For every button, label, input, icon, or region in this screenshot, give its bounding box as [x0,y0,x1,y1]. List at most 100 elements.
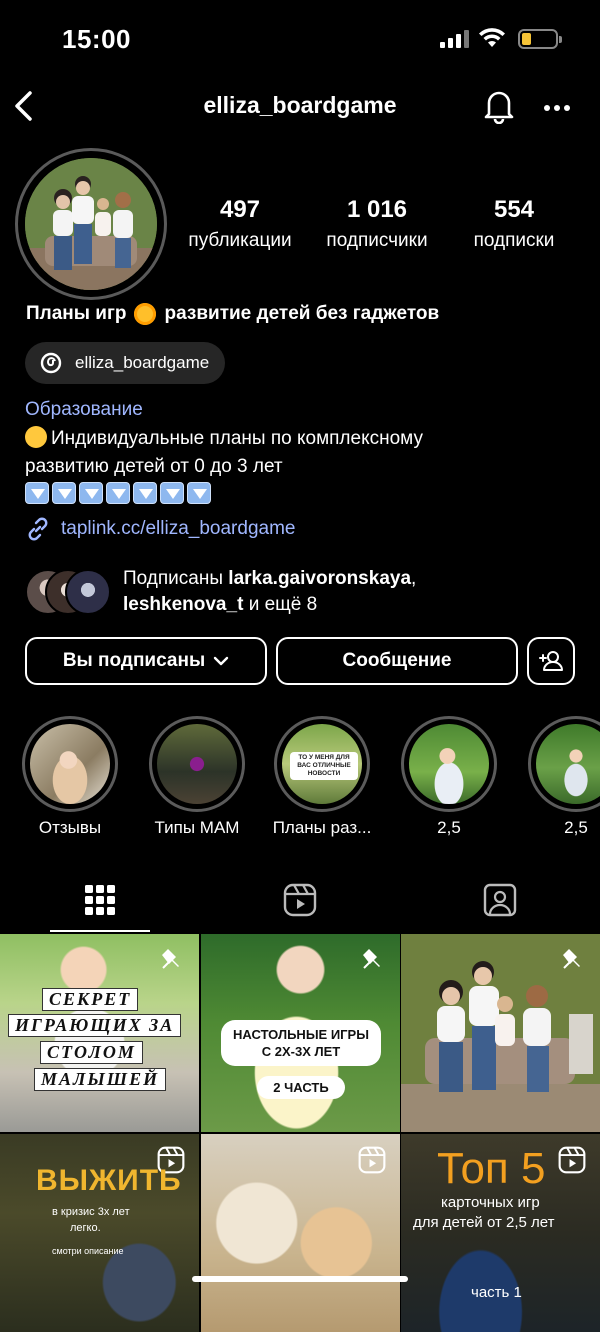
profile-avatar[interactable] [15,148,167,300]
post-caption: для детей от 2,5 лет [413,1214,555,1231]
bio-link-text: taplink.cc/elliza_boardgame [61,518,296,539]
more-options-icon[interactable] [543,100,571,118]
stat-followers[interactable]: 1 016 подписчики [312,196,442,252]
mutual-follower-2[interactable]: leshkenova_t [123,594,243,615]
down-arrow-icon [52,482,76,504]
profile-display-name: Планы игр развитие детей без гаджетов [26,303,439,325]
post-tile[interactable] [401,934,600,1132]
highlight-label: 2,5 [437,818,461,837]
followers-suffix: и ещё 8 [248,594,318,615]
active-tab-indicator [50,930,150,932]
post-caption: карточных игр [441,1194,540,1211]
cellular-signal-icon [440,30,469,48]
stat-posts-label: публикации [188,230,292,251]
following-button[interactable]: Вы подписаны [25,637,267,685]
highlight-label: Планы раз... [272,818,372,837]
highlight-2-5-b[interactable]: 2,5 [526,716,600,838]
highlight-label: 2,5 [564,818,588,837]
highlight-cover-text: ВАС ОТЛИЧНЫЕ [297,762,351,769]
post-caption: МАЛЫШЕЙ [34,1068,167,1091]
post-caption: С 2Х-3Х ЛЕТ [261,1044,341,1059]
stat-posts-count: 497 [219,196,261,223]
highlight-cover [30,724,110,804]
stat-following[interactable]: 554 подписки [458,196,570,252]
tab-tagged[interactable] [400,868,600,932]
post-caption: смотри описание [52,1246,124,1256]
follower-avatar [65,569,111,615]
pinned-icon [363,949,380,969]
post-tile[interactable]: ВЫЖИТЬ в кризис 3х лет легко. смотри опи… [0,1134,199,1332]
post-tile[interactable]: Топ 5 карточных игр для детей от 2,5 лет… [401,1134,600,1332]
star-struck-emoji-icon [25,426,47,448]
message-label: Сообщение [342,650,452,671]
highlight-plany[interactable]: ТО У МЕНЯ ДЛЯ ВАС ОТЛИЧНЫЕ НОВОСТИ Планы… [272,716,372,838]
add-person-icon [539,651,563,671]
reel-icon [358,1146,386,1174]
stat-followers-count: 1 016 [346,196,408,223]
wifi-icon [478,26,506,53]
bio-line-1: Индивидуальные планы по комплексному [51,428,423,449]
reels-icon [283,883,317,917]
pinned-icon [563,949,580,969]
pinned-icon [162,949,179,969]
display-name-part1: Планы игр [26,303,127,324]
post-caption: часть 1 [471,1284,522,1301]
stat-following-count: 554 [493,196,535,223]
post-tile[interactable] [201,1134,400,1332]
post-caption: Топ 5 [437,1144,546,1193]
followers-prefix: Подписаны [123,568,224,589]
stat-followers-label: подписчики [326,230,428,251]
mutual-followers-text: Подписаны larka.gaivoronskaya, leshkenov… [123,566,416,618]
bio-description: Индивидуальные планы по комплексному раз… [25,425,545,481]
highlight-cover-text: ТО У МЕНЯ ДЛЯ [298,754,350,761]
reel-icon [558,1146,586,1174]
down-arrow-emojis [25,482,211,504]
highlight-cover-text: НОВОСТИ [307,770,341,777]
highlight-tipy-mam[interactable]: Типы МАМ [147,716,247,838]
threads-icon [40,352,62,374]
post-caption: СТОЛОМ [40,1041,143,1064]
mutual-followers[interactable]: Подписаны larka.gaivoronskaya, leshkenov… [25,566,416,618]
home-indicator[interactable] [192,1276,408,1282]
threads-badge-button[interactable]: elliza_boardgame [25,342,226,384]
highlight-otzyvy[interactable]: Отзывы [20,716,120,838]
highlight-cover [157,724,237,804]
down-arrow-icon [25,482,49,504]
chevron-down-icon [213,656,229,666]
stat-posts[interactable]: 497 публикации [176,196,304,252]
post-caption: ВЫЖИТЬ [36,1164,182,1197]
sun-emoji-icon [134,303,157,325]
post-caption: НАСТОЛЬНЫЕ ИГРЫ [233,1027,369,1042]
highlight-cover [409,724,489,804]
threads-handle: elliza_boardgame [75,353,210,372]
suggested-people-button[interactable] [527,637,575,685]
post-caption: СЕКРЕТ [42,988,139,1011]
post-caption: в кризис 3х лет [52,1206,130,1218]
battery-icon [518,29,562,49]
notification-bell-icon[interactable] [483,88,515,129]
highlight-label: Типы МАМ [154,818,240,837]
highlight-2-5-a[interactable]: 2,5 [399,716,499,838]
following-label: Вы подписаны [62,650,206,671]
down-arrow-icon [106,482,130,504]
post-caption: 2 ЧАСТЬ [257,1076,345,1099]
down-arrow-icon [187,482,211,504]
highlight-cover [536,724,600,804]
display-name-part2: развитие детей без гаджетов [164,303,440,324]
down-arrow-icon [160,482,184,504]
bio-line-2: развитию детей от 0 до 3 лет [25,456,283,477]
tab-reels[interactable] [200,868,400,932]
post-tile[interactable]: СЕКРЕТ ИГРАЮЩИХ ЗА СТОЛОМ МАЛЫШЕЙ [0,934,199,1132]
grid-icon [85,885,115,915]
message-button[interactable]: Сообщение [276,637,518,685]
stat-following-label: подписки [473,230,555,251]
profile-tabs [0,868,600,932]
bio-link[interactable]: taplink.cc/elliza_boardgame [25,516,295,542]
highlight-cover: ТО У МЕНЯ ДЛЯ ВАС ОТЛИЧНЫЕ НОВОСТИ [282,724,362,804]
tagged-user-icon [483,883,517,917]
profile-category: Образование [25,399,143,420]
link-icon [28,517,48,541]
mutual-follower-1[interactable]: larka.gaivoronskaya [228,568,411,589]
post-tile[interactable]: НАСТОЛЬНЫЕ ИГРЫ С 2Х-3Х ЛЕТ 2 ЧАСТЬ [201,934,400,1132]
tab-posts-grid[interactable] [0,868,200,932]
